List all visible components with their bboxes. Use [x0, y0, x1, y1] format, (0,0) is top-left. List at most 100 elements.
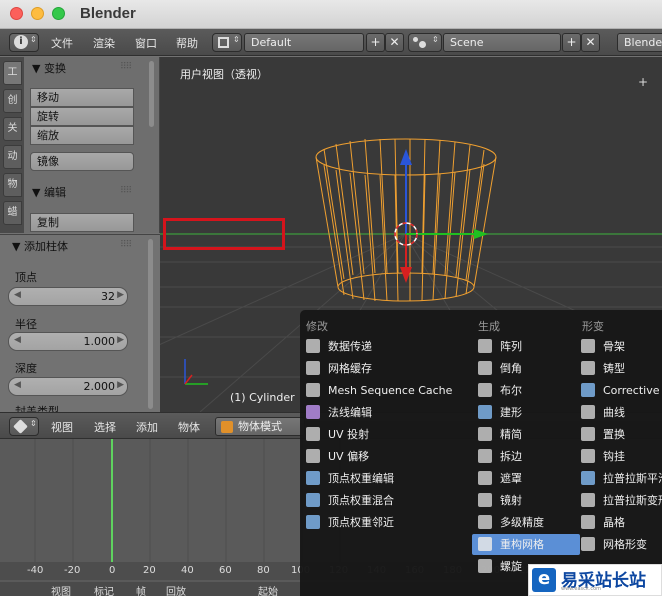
interaction-mode-select[interactable]: 物体模式: [215, 417, 305, 436]
remove-scene-icon[interactable]: ✕: [581, 33, 600, 52]
uv-warp-icon: [306, 449, 320, 463]
decrement-arrow-icon[interactable]: ◀: [14, 380, 21, 390]
render-engine-select[interactable]: Blender: [617, 33, 662, 52]
tab-grease-pencil[interactable]: 蜡: [3, 201, 22, 225]
minimize-window-button[interactable]: [31, 7, 44, 20]
scale-button[interactable]: 缩放: [30, 126, 134, 145]
modifier-item-vertex-weight-edit[interactable]: 顶点权重编辑: [306, 468, 394, 489]
modifier-item-lattice[interactable]: 晶格: [581, 512, 625, 533]
tab-animation[interactable]: 动: [3, 145, 22, 169]
menu-object[interactable]: 物体: [178, 419, 200, 435]
tab-tools[interactable]: 工: [3, 61, 22, 85]
depth-field[interactable]: ◀ 2.000 ▶: [8, 377, 128, 396]
modifier-item-label: Mesh Sequence Cache: [328, 384, 453, 397]
scene-field[interactable]: Scene: [443, 33, 561, 52]
modifier-item-mesh-sequence-cache[interactable]: Mesh Sequence Cache: [306, 380, 452, 401]
close-window-button[interactable]: [10, 7, 23, 20]
timeline-menu-playback[interactable]: 回放: [166, 583, 186, 596]
menu-add[interactable]: 添加: [136, 419, 158, 435]
modifier-item-corrective-smooth[interactable]: Corrective S: [581, 380, 662, 401]
modifier-item-mirror[interactable]: 镜射: [478, 490, 522, 511]
modifier-item-edge-split[interactable]: 拆边: [478, 446, 522, 467]
modifier-item-laplacian-smooth[interactable]: 拉普拉斯平滑: [581, 468, 662, 489]
timeline-menu-frame[interactable]: 帧: [136, 583, 146, 596]
chevron-updown-icon: ⇕: [432, 35, 439, 44]
modifier-item-label: 数据传递: [328, 340, 372, 353]
modifier-item-mesh-deform[interactable]: 网格形变: [581, 534, 647, 555]
modifier-item-hook[interactable]: 钩挂: [581, 446, 625, 467]
modifier-item-screw[interactable]: 螺旋: [478, 556, 522, 577]
vertex-weight-mix-icon: [306, 493, 320, 507]
modifier-item-multires[interactable]: 多级精度: [478, 512, 544, 533]
decrement-arrow-icon[interactable]: ◀: [14, 290, 21, 300]
duplicate-button[interactable]: 复制: [30, 213, 134, 232]
modifier-item-normal-edit[interactable]: 法线编辑: [306, 402, 372, 423]
modifier-item-curve[interactable]: 曲线: [581, 402, 625, 423]
menu-window[interactable]: 窗口: [135, 35, 157, 51]
maximize-window-button[interactable]: [52, 7, 65, 20]
modifier-item-remesh[interactable]: 重构网格: [472, 534, 580, 555]
array-icon: [478, 339, 492, 353]
scene-menu-button[interactable]: ⇕: [408, 33, 442, 52]
menu-help[interactable]: 帮助: [176, 35, 198, 51]
modifier-item-uv-project[interactable]: UV 投射: [306, 424, 369, 445]
tab-relations[interactable]: 关: [3, 117, 22, 141]
tab-physics[interactable]: 物: [3, 173, 22, 197]
menu-select[interactable]: 选择: [94, 419, 116, 435]
menu-column-title: 生成: [478, 320, 500, 333]
modifier-item-bevel[interactable]: 倒角: [478, 358, 522, 379]
modifier-item-vertex-weight-mix[interactable]: 顶点权重混合: [306, 490, 394, 511]
watermark-e-icon: e: [532, 568, 556, 592]
panel-grip-icon[interactable]: ⠿⠿: [120, 186, 132, 196]
tool-shelf-scrollbar[interactable]: [149, 61, 154, 127]
mirror-button[interactable]: 镜像: [30, 152, 134, 171]
modifier-item-mask[interactable]: 遮罩: [478, 468, 522, 489]
timeline-menu-marker[interactable]: 标记: [94, 583, 114, 596]
increment-arrow-icon[interactable]: ▶: [117, 380, 124, 390]
increment-arrow-icon[interactable]: ▶: [117, 290, 124, 300]
rotate-button[interactable]: 旋转: [30, 107, 134, 126]
screen-layout-menu-button[interactable]: ⇕: [212, 33, 242, 52]
add-scene-icon[interactable]: +: [562, 33, 581, 52]
add-screen-icon[interactable]: +: [366, 33, 385, 52]
modifier-item-uv-warp[interactable]: UV 偏移: [306, 446, 369, 467]
increment-arrow-icon[interactable]: ▶: [117, 335, 124, 345]
translate-button[interactable]: 移动: [30, 88, 134, 107]
editor-type-button[interactable]: ⇕: [9, 417, 39, 436]
modifier-item-label: 拉普拉斯平滑: [603, 472, 662, 485]
decrement-arrow-icon[interactable]: ◀: [14, 335, 21, 345]
modifier-item-label: 曲线: [603, 406, 625, 419]
add-cylinder-panel-header[interactable]: ▼ 添加柱体: [12, 238, 68, 254]
modifier-item-displace[interactable]: 置换: [581, 424, 625, 445]
modifier-item-build[interactable]: 建形: [478, 402, 522, 423]
tab-create[interactable]: 创: [3, 89, 22, 113]
timeline-tick: 80: [257, 565, 270, 576]
radius-field[interactable]: ◀ 1.000 ▶: [8, 332, 128, 351]
modifier-item-vertex-weight-proximity[interactable]: 顶点权重邻近: [306, 512, 394, 533]
modifier-item-data-transfer[interactable]: 数据传递: [306, 336, 372, 357]
modifier-item-label: 重构网格: [500, 538, 544, 551]
transform-panel-header[interactable]: ▼ 变换: [32, 60, 66, 76]
editor-type-button[interactable]: i ⇕: [9, 33, 39, 52]
remove-screen-icon[interactable]: ✕: [385, 33, 404, 52]
viewport-plus-icon[interactable]: +: [638, 75, 648, 89]
timeline-menu-view[interactable]: 视图: [51, 583, 71, 596]
screen-layout-field[interactable]: Default: [244, 33, 364, 52]
menu-file[interactable]: 文件: [51, 35, 73, 51]
operator-panel-scrollbar[interactable]: [148, 239, 153, 409]
panel-grip-icon[interactable]: ⠿⠿: [120, 62, 132, 72]
vertices-field[interactable]: ◀ 32 ▶: [8, 287, 128, 306]
modifier-item-array[interactable]: 阵列: [478, 336, 522, 357]
modifier-item-armature[interactable]: 骨架: [581, 336, 625, 357]
menu-render[interactable]: 渲染: [93, 35, 115, 51]
panel-grip-icon[interactable]: ⠿⠿: [120, 240, 132, 250]
armature-icon: [581, 339, 595, 353]
modifier-item-cast[interactable]: 铸型: [581, 358, 625, 379]
modifier-item-decimate[interactable]: 精简: [478, 424, 522, 445]
menu-view[interactable]: 视图: [51, 419, 73, 435]
modifier-item-mesh-cache[interactable]: 网格缓存: [306, 358, 372, 379]
modifier-item-laplacian-deform[interactable]: 拉普拉斯变形: [581, 490, 662, 511]
operator-panel: ▼ 添加柱体 ⠿⠿ 顶点 ◀ 32 ▶ 半径 ◀ 1.000 ▶ 深度 ◀ 2.…: [0, 234, 160, 418]
edit-panel-header[interactable]: ▼ 编辑: [32, 184, 66, 200]
modifier-item-boolean[interactable]: 布尔: [478, 380, 522, 401]
